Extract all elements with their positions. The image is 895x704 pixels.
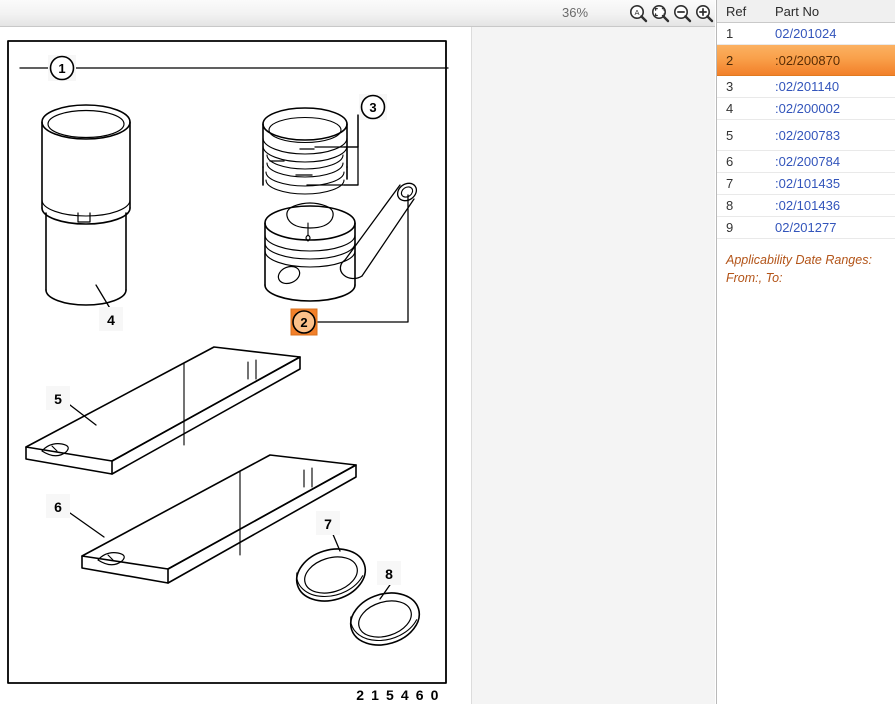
part-cylinder-liner: [41, 104, 131, 306]
zoom-out-icon: [674, 5, 692, 23]
parts-row-part-no[interactable]: 02/201024: [775, 26, 895, 41]
parts-row-1[interactable]: 1 02/201024: [717, 23, 895, 45]
parts-row-4[interactable]: 4 :02/200002: [717, 98, 895, 120]
drawing-viewer-pane: 36% A 1 3 2 4 5 6 7 8 2 1 5 4 6 0: [0, 0, 715, 704]
parts-list-header: Ref Part No: [717, 0, 895, 23]
svg-text:4: 4: [107, 312, 115, 328]
parts-row-part-no[interactable]: :02/200783: [775, 128, 895, 143]
parts-row-2[interactable]: 2 :02/200870: [717, 45, 895, 76]
parts-row-ref: 1: [726, 26, 734, 41]
zoom-in-icon: [696, 5, 714, 23]
applicability-date-ranges: Applicability Date Ranges: From:, To:: [717, 239, 895, 287]
svg-text:3: 3: [369, 100, 376, 115]
callout-3[interactable]: 3: [359, 94, 387, 120]
parts-row-ref: 3: [726, 79, 734, 94]
part-o-ring-lower: [349, 592, 421, 646]
callout-1[interactable]: 1: [48, 55, 76, 81]
zoom-out-button[interactable]: [672, 3, 693, 24]
svg-text:7: 7: [324, 516, 332, 532]
callout-2-selected[interactable]: 2: [290, 308, 318, 336]
zoom-fit-width-button[interactable]: A: [628, 3, 649, 24]
callout-4[interactable]: 4: [99, 307, 123, 331]
parts-row-ref: 6: [726, 154, 734, 169]
application-window: 36% A 1 3 2 4 5 6 7 8 2 1 5 4 6 0 Ref Pa…: [0, 0, 895, 704]
svg-text:A: A: [634, 8, 639, 17]
parts-row-ref: 2: [726, 52, 734, 68]
drawing-number: 2 1 5 4 6 0: [356, 687, 440, 703]
zoom-in-button[interactable]: [694, 3, 715, 24]
part-piston: [264, 202, 356, 302]
parts-row-part-no[interactable]: :02/101436: [775, 198, 895, 213]
parts-row-part-no[interactable]: :02/200870: [775, 53, 895, 68]
callout-5[interactable]: 5: [46, 386, 70, 410]
applicability-line-1: Applicability Date Ranges:: [726, 253, 872, 267]
parts-row-5[interactable]: 5 :02/200783: [717, 120, 895, 151]
parts-row-part-no[interactable]: :02/201140: [775, 79, 895, 94]
parts-row-part-no[interactable]: 02/201277: [775, 220, 895, 235]
viewer-toolbar: 36% A: [0, 0, 715, 27]
svg-text:8: 8: [385, 566, 393, 582]
parts-list-pane: Ref Part No 1 02/201024 2 :02/200870 3 :02/20…: [716, 0, 895, 704]
column-header-ref[interactable]: Ref: [717, 4, 775, 19]
parts-row-ref: 8: [726, 198, 734, 213]
zoom-fit-page-button[interactable]: [650, 3, 671, 24]
parts-row-ref: 7: [726, 176, 734, 191]
parts-row-part-no[interactable]: :02/200002: [775, 101, 895, 116]
parts-row-ref: 9: [726, 220, 734, 235]
part-shim-plate-upper: [25, 346, 301, 475]
parts-row-7[interactable]: 7 :02/101435: [717, 173, 895, 195]
column-header-part-no[interactable]: Part No: [775, 4, 895, 19]
callout-7[interactable]: 7: [316, 511, 340, 535]
zoom-fit-page-icon: [652, 5, 670, 23]
svg-text:5: 5: [54, 391, 62, 407]
exploded-parts-diagram: 1 3 2 4 5 6 7 8 2 1 5 4 6 0: [7, 40, 449, 703]
svg-text:1: 1: [58, 61, 65, 76]
parts-row-6[interactable]: 6 :02/200784: [717, 151, 895, 173]
part-o-ring-upper: [295, 548, 367, 602]
parts-row-part-no[interactable]: :02/101435: [775, 176, 895, 191]
callout-8[interactable]: 8: [377, 561, 401, 585]
parts-row-8[interactable]: 8 :02/101436: [717, 195, 895, 217]
callout-leader-lines: [19, 67, 449, 600]
parts-row-ref: 4: [726, 101, 734, 116]
part-piston-rings: [262, 107, 348, 195]
parts-row-part-no[interactable]: :02/200784: [775, 154, 895, 169]
zoom-level-label: 36%: [561, 5, 589, 20]
parts-row-3[interactable]: 3 :02/201140: [717, 76, 895, 98]
svg-text:6: 6: [54, 499, 62, 515]
drawing-page[interactable]: 1 3 2 4 5 6 7 8 2 1 5 4 6 0: [0, 27, 472, 704]
drawing-canvas-scroll-area[interactable]: 1 3 2 4 5 6 7 8 2 1 5 4 6 0: [0, 27, 715, 704]
callout-6[interactable]: 6: [46, 494, 70, 518]
parts-list-body: 1 02/201024 2 :02/200870 3 :02/201140 4 :02/200…: [717, 23, 895, 239]
zoom-fit-width-icon: A: [630, 5, 648, 23]
parts-row-9[interactable]: 9 02/201277: [717, 217, 895, 239]
parts-row-ref: 5: [726, 127, 734, 143]
svg-text:2: 2: [300, 315, 307, 330]
applicability-line-2: From:, To:: [726, 271, 783, 285]
